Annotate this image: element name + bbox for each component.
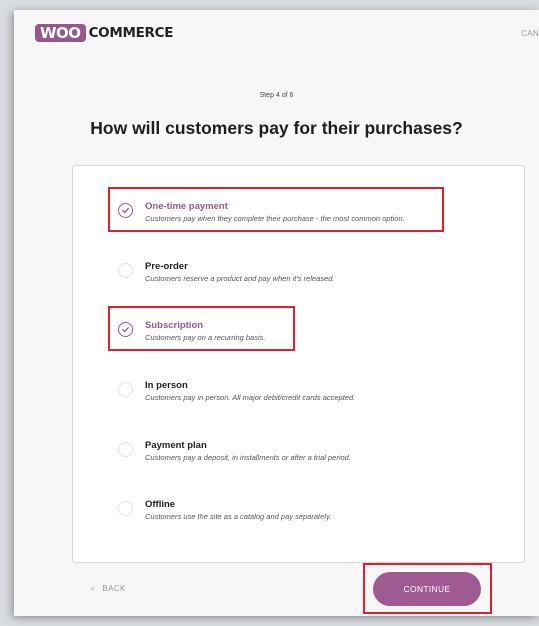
- option-in-person[interactable]: In person Customers pay in person. All m…: [118, 379, 355, 404]
- woocommerce-logo: WOO COMMERCE: [35, 24, 174, 42]
- option-pre-order[interactable]: Pre-order Customers reserve a product an…: [118, 260, 334, 285]
- highlight-box-one-time-payment: [108, 187, 444, 232]
- option-description: Customers reserve a product and pay when…: [145, 274, 335, 283]
- header: WOO COMMERCE CAN: [14, 10, 539, 52]
- logo-woo-mark: WOO: [35, 24, 86, 42]
- back-button[interactable]: ‹ BACK: [91, 583, 126, 593]
- logo-commerce-text: COMMERCE: [88, 25, 174, 41]
- cancel-link[interactable]: CAN: [521, 29, 539, 38]
- radio-unchecked-icon[interactable]: [118, 442, 133, 457]
- option-offline[interactable]: Offline Customers use the site as a cata…: [118, 498, 331, 523]
- radio-unchecked-icon[interactable]: [118, 501, 133, 516]
- radio-unchecked-icon[interactable]: [118, 382, 133, 397]
- highlight-box-subscription: [108, 306, 295, 351]
- step-indicator: Step 4 of 6: [259, 92, 294, 99]
- option-label: Payment plan: [145, 440, 207, 451]
- chevron-left-icon: ‹: [91, 583, 95, 593]
- option-label: Pre-order: [145, 261, 188, 272]
- option-description: Customers use the site as a catalog and …: [145, 512, 332, 521]
- page-title: How will customers pay for their purchas…: [90, 118, 463, 138]
- option-description: Customers pay in person. All major debit…: [145, 393, 356, 402]
- back-label: BACK: [102, 583, 126, 593]
- option-description: Customers pay a deposit, in installments…: [145, 453, 351, 462]
- option-label: In person: [145, 380, 188, 391]
- radio-unchecked-icon[interactable]: [118, 263, 133, 278]
- continue-button[interactable]: CONTINUE: [373, 572, 481, 606]
- option-payment-plan[interactable]: Payment plan Customers pay a deposit, in…: [118, 439, 351, 464]
- setup-wizard-window: WOO COMMERCE CAN Step 4 of 6 How will cu…: [14, 10, 539, 616]
- option-label: Offline: [145, 499, 176, 510]
